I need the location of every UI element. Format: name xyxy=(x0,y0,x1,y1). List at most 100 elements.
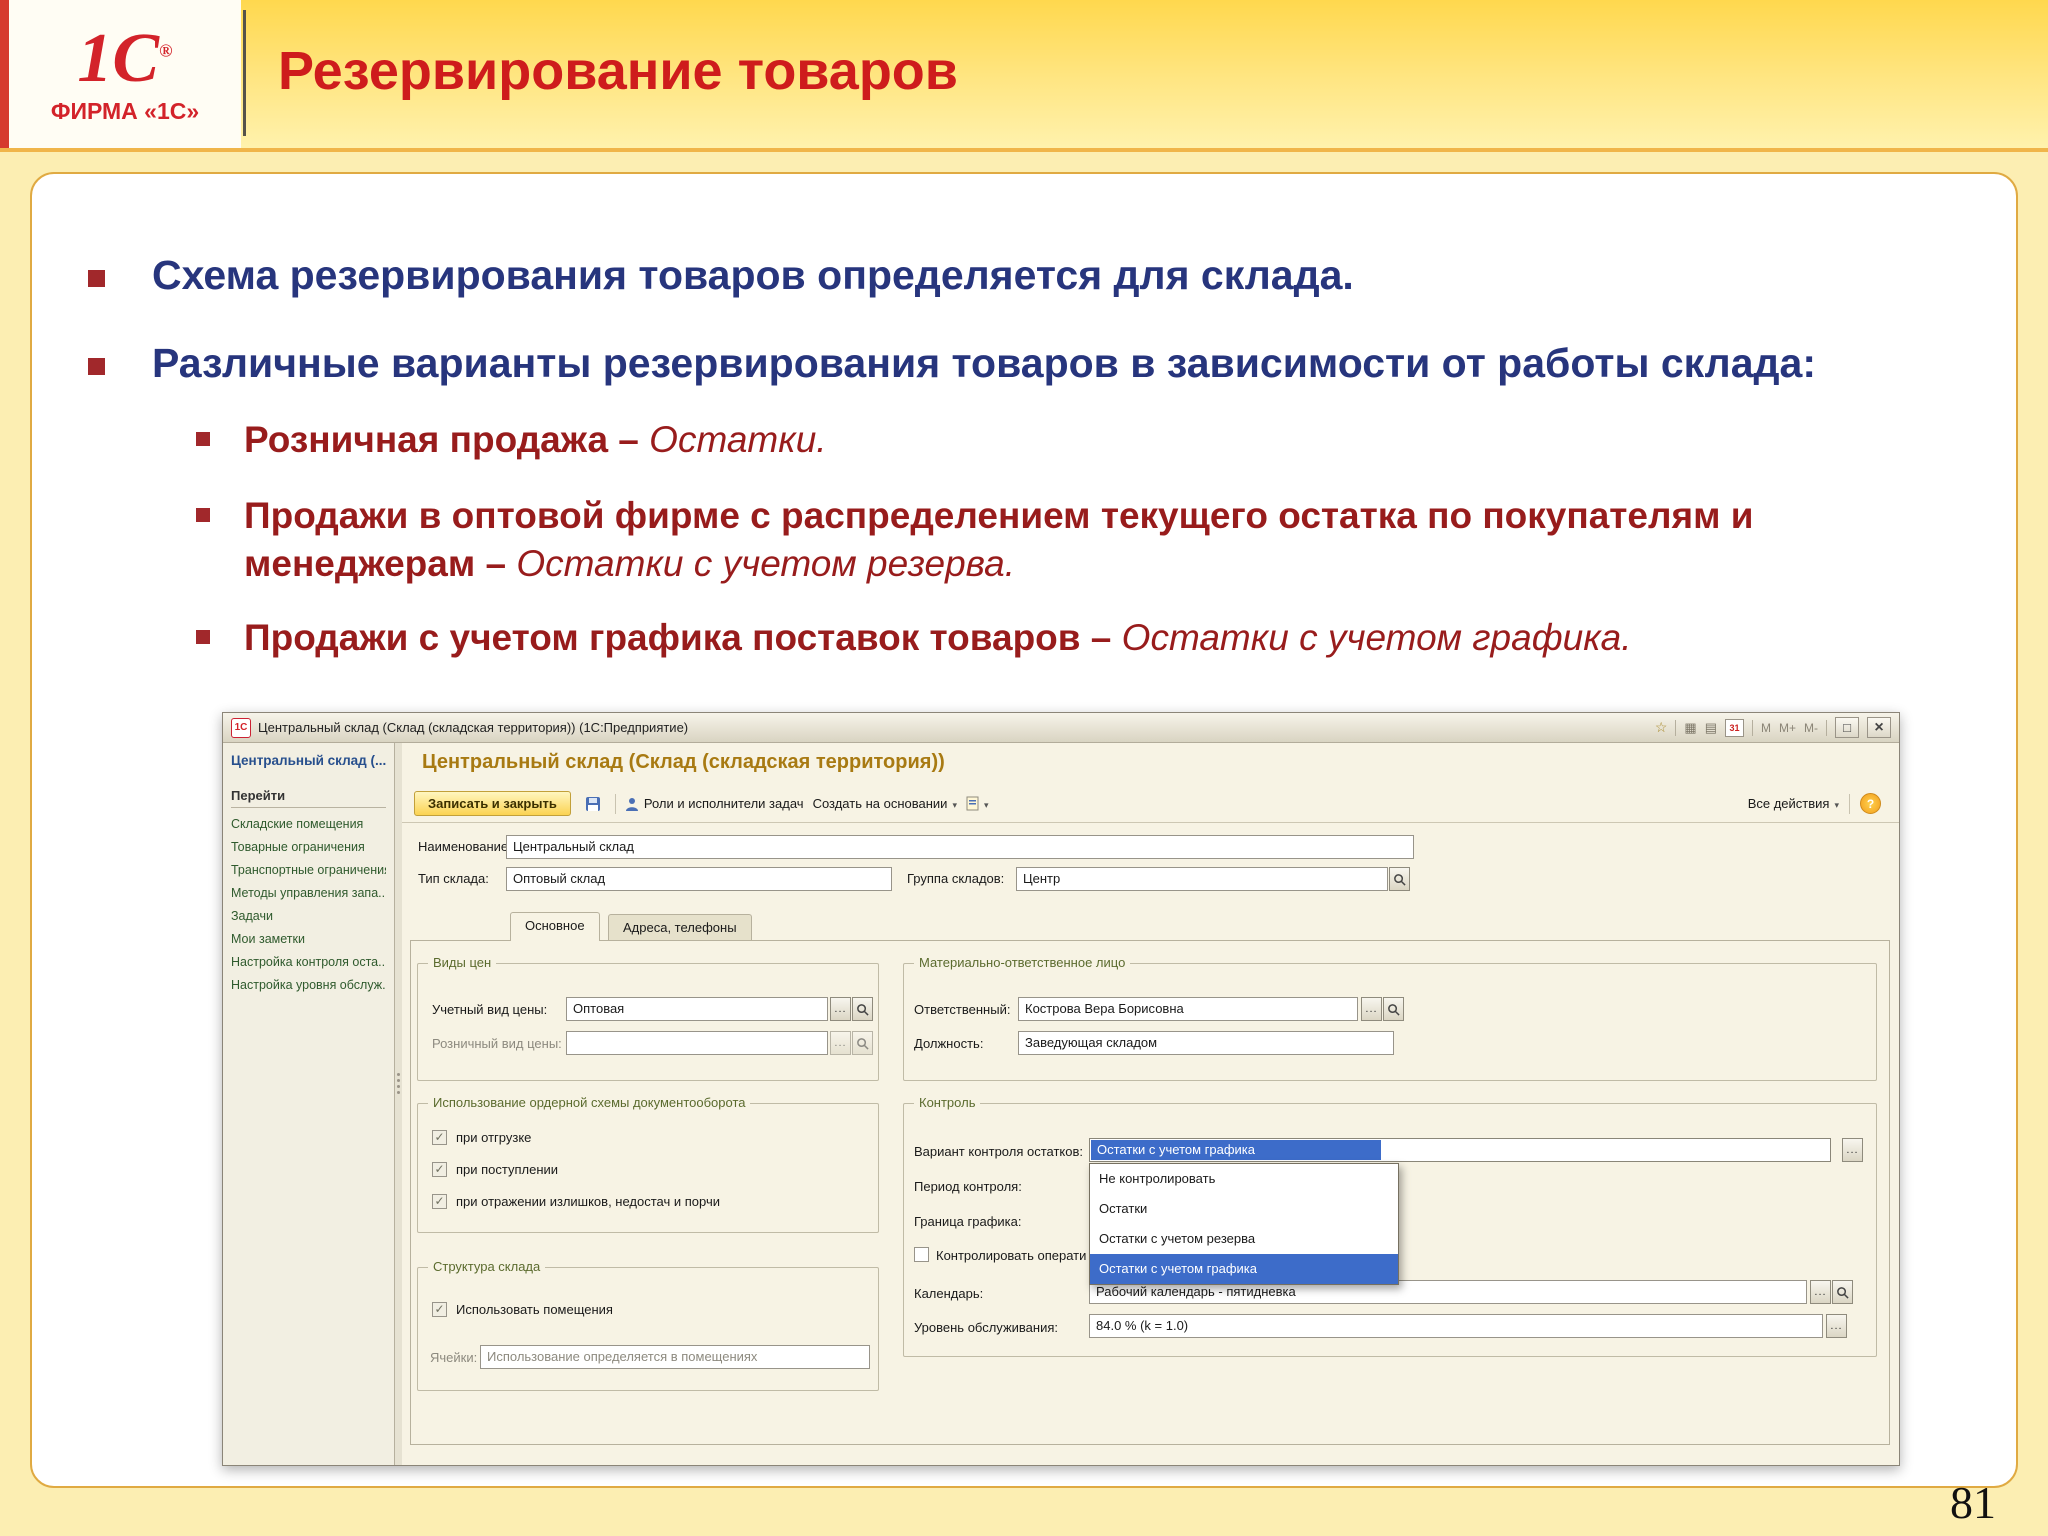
accounting-price-select-button[interactable] xyxy=(830,997,851,1021)
nav-goto-header: Перейти xyxy=(231,788,386,808)
responsible-select-button[interactable] xyxy=(1361,997,1382,1021)
group-price-types-title: Виды цен xyxy=(428,955,497,970)
toolbar-right: Все действия ? xyxy=(1748,793,1887,814)
responsible-search-button[interactable] xyxy=(1383,997,1404,1021)
chevron-down-icon xyxy=(1834,796,1839,811)
retail-price-field[interactable] xyxy=(566,1031,828,1055)
calendar-icon[interactable]: 31 xyxy=(1724,718,1744,737)
use-rooms-label: Использовать помещения xyxy=(456,1302,613,1317)
group-order-scheme: Использование ордерной схемы документооб… xyxy=(417,1095,879,1233)
1c-window: 1С Центральный склад (Склад (складская т… xyxy=(222,712,1900,1466)
bullet-marker xyxy=(88,358,105,375)
help-button[interactable]: ? xyxy=(1860,793,1881,814)
memory-mplus-button[interactable]: M+ xyxy=(1779,721,1796,735)
close-button[interactable] xyxy=(1867,717,1891,738)
retail-price-select-button[interactable] xyxy=(830,1031,851,1055)
name-field[interactable]: Центральный склад xyxy=(506,835,1414,859)
retail-price-search-button[interactable] xyxy=(852,1031,873,1055)
nav-current-object-link[interactable]: Центральный склад (... xyxy=(231,753,386,768)
sidebar-item-balance-control[interactable]: Настройка контроля оста... xyxy=(231,955,386,969)
magnifier-icon xyxy=(1394,873,1406,886)
balance-control-variant-combobox[interactable]: Остатки с учетом графика xyxy=(1089,1138,1831,1162)
on-receipt-checkbox[interactable] xyxy=(432,1162,447,1177)
create-based-on-button[interactable]: Создать на основании xyxy=(813,796,957,811)
document-icon xyxy=(966,796,979,811)
tab-main[interactable]: Основное xyxy=(510,912,600,941)
toolbar-separator xyxy=(1849,793,1850,814)
service-level-field[interactable]: 84.0 % (k = 1.0) xyxy=(1089,1314,1823,1338)
sub-bullet-2-em: Остатки с учетом резерва. xyxy=(516,543,1016,585)
group-responsible-person: Материально-ответственное лицо Ответстве… xyxy=(903,955,1877,1081)
save-icon[interactable] xyxy=(580,792,606,816)
warehouse-group-field[interactable]: Центр xyxy=(1016,867,1388,891)
calendar-label: Календарь: xyxy=(914,1286,984,1301)
sidebar-item-tasks[interactable]: Задачи xyxy=(231,909,386,923)
accounting-price-field[interactable]: Оптовая xyxy=(566,997,828,1021)
person-icon xyxy=(625,797,638,811)
bullet-1: Схема резервирования товаров определяетс… xyxy=(152,252,1354,298)
group-warehouse-structure: Структура склада Использовать помещения … xyxy=(417,1259,879,1391)
panel-grid-icon[interactable] xyxy=(1684,720,1696,736)
form-area: Центральный склад (Склад (складская терр… xyxy=(402,743,1899,1465)
tab-addresses[interactable]: Адреса, телефоны xyxy=(608,914,752,940)
warehouse-group-search-button[interactable] xyxy=(1389,867,1410,891)
memory-mminus-button[interactable]: M- xyxy=(1804,721,1818,735)
service-level-select-button[interactable] xyxy=(1826,1314,1847,1338)
balance-control-variant-select-button[interactable] xyxy=(1842,1138,1863,1162)
form-toolbar: Записать и закрыть Роли и исполнители за… xyxy=(402,785,1899,823)
sidebar-item-warehouse-rooms[interactable]: Складские помещения xyxy=(231,817,386,831)
sidebar-item-transport-restrictions[interactable]: Транспортные ограничения xyxy=(231,863,386,877)
retail-price-label: Розничный вид цены: xyxy=(432,1036,562,1051)
use-rooms-checkbox[interactable] xyxy=(432,1302,447,1317)
sidebar-item-notes[interactable]: Мои заметки xyxy=(231,932,386,946)
form-heading: Центральный склад (Склад (складская терр… xyxy=(422,751,945,773)
balance-control-dropdown: Не контролировать Остатки Остатки с учет… xyxy=(1089,1163,1399,1285)
calendar-select-button[interactable] xyxy=(1810,1280,1831,1304)
bullet-2: Различные варианты резервирования товаро… xyxy=(152,340,1817,386)
group-control-title: Контроль xyxy=(914,1095,981,1110)
maximize-button[interactable] xyxy=(1835,717,1859,738)
accounting-price-label: Учетный вид цены: xyxy=(432,1002,548,1017)
control-operative-checkbox[interactable] xyxy=(914,1247,929,1262)
combobox-selected-value: Остатки с учетом графика xyxy=(1091,1140,1381,1160)
position-field[interactable]: Заведующая складом xyxy=(1018,1031,1394,1055)
roles-button[interactable]: Роли и исполнители задач xyxy=(625,796,804,811)
dropdown-option-no-control[interactable]: Не контролировать xyxy=(1090,1164,1398,1194)
panel-list-icon[interactable] xyxy=(1705,720,1717,736)
bullet-marker xyxy=(88,270,105,287)
accounting-price-search-button[interactable] xyxy=(852,997,873,1021)
bullet-marker xyxy=(196,508,210,522)
warehouse-type-field[interactable]: Оптовый склад xyxy=(506,867,892,891)
logo-1c-mark: 1С® xyxy=(77,19,173,97)
all-actions-button[interactable]: Все действия xyxy=(1748,796,1839,811)
group-order-scheme-title: Использование ордерной схемы документооб… xyxy=(428,1095,751,1110)
cells-label: Ячейки: xyxy=(430,1350,478,1365)
slide-title: Резервирование товаров xyxy=(278,41,958,101)
responsible-field[interactable]: Кострова Вера Борисовна xyxy=(1018,997,1358,1021)
related-documents-button[interactable] xyxy=(966,796,989,811)
chevron-down-icon xyxy=(984,796,989,811)
dropdown-option-balances[interactable]: Остатки xyxy=(1090,1194,1398,1224)
group-control: Контроль Вариант контроля остатков: Оста… xyxy=(903,1095,1877,1357)
window-title: Центральный склад (Склад (складская терр… xyxy=(258,720,689,735)
magnifier-icon xyxy=(1388,1003,1400,1016)
cells-field[interactable]: Использование определяется в помещениях xyxy=(480,1345,870,1369)
header-divider xyxy=(243,10,246,136)
on-shipment-checkbox[interactable] xyxy=(432,1130,447,1145)
group-price-types: Виды цен Учетный вид цены: Оптовая Розни… xyxy=(417,955,879,1081)
dropdown-option-balances-reserve[interactable]: Остатки с учетом резерва xyxy=(1090,1224,1398,1254)
position-label: Должность: xyxy=(914,1036,984,1051)
logo-caption: ФИРМА «1С» xyxy=(50,97,200,124)
dropdown-option-balances-schedule[interactable]: Остатки с учетом графика xyxy=(1090,1254,1398,1284)
warehouse-type-label: Тип склада: xyxy=(418,871,489,886)
calendar-search-button[interactable] xyxy=(1832,1280,1853,1304)
save-and-close-button[interactable]: Записать и закрыть xyxy=(414,791,571,816)
sidebar-item-goods-restrictions[interactable]: Товарные ограничения xyxy=(231,840,386,854)
favorites-star-icon[interactable] xyxy=(1655,719,1668,736)
sidebar-item-service-level[interactable]: Настройка уровня обслуж... xyxy=(231,978,386,992)
warehouse-group-label: Группа складов: xyxy=(907,871,1005,886)
memory-m-button[interactable]: M xyxy=(1761,721,1771,735)
tab-page-panel: Виды цен Учетный вид цены: Оптовая Розни… xyxy=(410,940,1890,1445)
on-surplus-checkbox[interactable] xyxy=(432,1194,447,1209)
sidebar-item-stock-management[interactable]: Методы управления запа... xyxy=(231,886,386,900)
